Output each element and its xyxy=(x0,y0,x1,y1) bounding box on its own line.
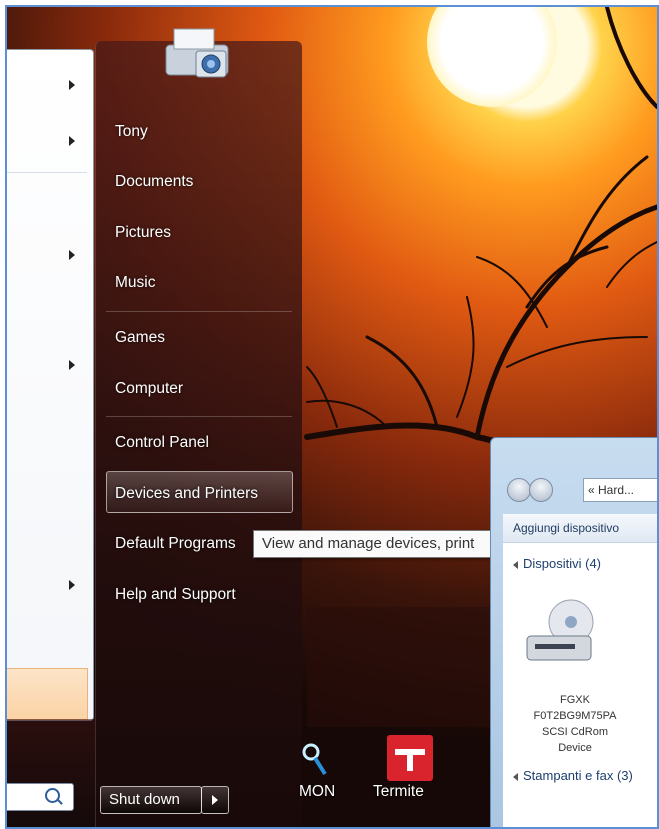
desktop-icon-label-termite[interactable]: Termite xyxy=(373,783,424,801)
printer-camera-icon xyxy=(165,28,229,78)
menu-item-user[interactable]: Tony xyxy=(115,123,148,141)
cd-drive-icon[interactable] xyxy=(521,592,601,672)
group-header-printers[interactable]: Stampanti e fax (3) xyxy=(513,768,633,783)
menu-item-control-panel[interactable]: Control Panel xyxy=(115,434,209,452)
menu-item-documents[interactable]: Documents xyxy=(115,173,193,191)
submenu-arrow-icon[interactable] xyxy=(69,360,75,370)
submenu-arrow-icon[interactable] xyxy=(69,80,75,90)
group-header-devices[interactable]: Dispositivi (4) xyxy=(513,556,601,571)
shutdown-button[interactable]: Shut down xyxy=(100,786,202,814)
back-button[interactable] xyxy=(507,478,531,502)
menu-item-help-and-support[interactable]: Help and Support xyxy=(115,586,236,604)
separator xyxy=(106,416,292,417)
wrench-magnifier-icon[interactable] xyxy=(301,740,327,780)
desktop-icon-label-mon[interactable]: MON xyxy=(299,783,335,801)
screenshot-frame: Tony Documents Pictures Music Games Comp… xyxy=(5,5,659,829)
menu-item-devices-and-printers[interactable]: Devices and Printers xyxy=(115,485,258,503)
start-menu-places-pane: Tony Documents Pictures Music Games Comp… xyxy=(95,28,302,827)
program-item-highlighted[interactable] xyxy=(7,668,88,720)
nav-buttons xyxy=(507,478,553,502)
start-menu-bottom xyxy=(7,719,95,827)
search-icon[interactable] xyxy=(45,788,60,803)
menu-item-pictures[interactable]: Pictures xyxy=(115,224,171,242)
devices-explorer-window: « Hard... Aggiungi dispositivo Dispositi… xyxy=(490,437,657,827)
submenu-arrow-icon[interactable] xyxy=(69,250,75,260)
forward-button[interactable] xyxy=(529,478,553,502)
termite-icon[interactable] xyxy=(387,735,433,781)
menu-item-computer[interactable]: Computer xyxy=(115,380,183,398)
submenu-arrow-icon[interactable] xyxy=(69,580,75,590)
separator xyxy=(106,311,292,312)
search-input[interactable] xyxy=(7,783,74,811)
menu-item-music[interactable]: Music xyxy=(115,274,155,292)
group-label: Stampanti e fax (3) xyxy=(523,768,633,783)
address-bar[interactable]: « Hard... xyxy=(583,478,657,502)
menu-item-default-programs[interactable]: Default Programs xyxy=(115,535,236,553)
shutdown-options-arrow-icon[interactable] xyxy=(201,786,229,814)
explorer-content: Aggiungi dispositivo Dispositivi (4) FGX… xyxy=(503,514,657,827)
collapse-arrow-icon[interactable] xyxy=(513,560,518,569)
device-label[interactable]: FGXK F0T2BG9M75PA SCSI CdRom Device xyxy=(527,692,623,756)
add-device-button[interactable]: Aggiungi dispositivo xyxy=(503,514,657,543)
menu-item-games[interactable]: Games xyxy=(115,329,165,347)
start-menu-programs-pane xyxy=(7,49,94,721)
submenu-arrow-icon[interactable] xyxy=(69,136,75,146)
group-label: Dispositivi (4) xyxy=(523,556,602,571)
tooltip: View and manage devices, print xyxy=(253,530,505,558)
collapse-arrow-icon[interactable] xyxy=(513,772,518,781)
separator xyxy=(7,172,87,173)
